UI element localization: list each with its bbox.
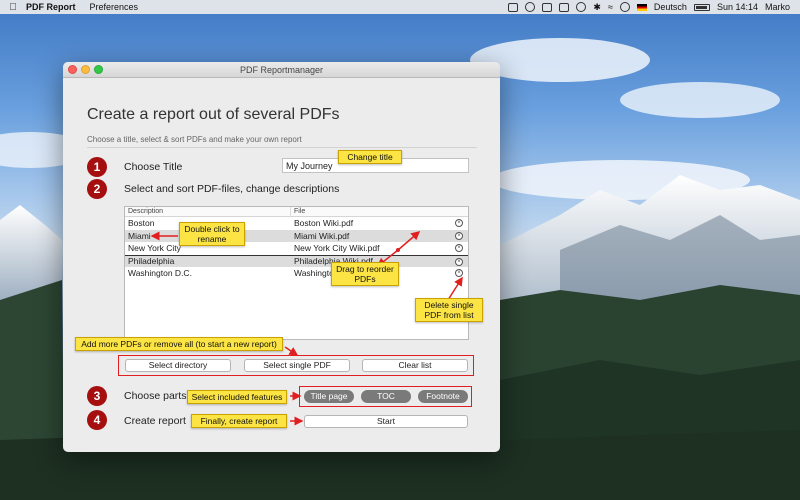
status-tray: ✱ ≈ Deutsch Sun 14:14 Marko bbox=[508, 2, 800, 13]
timemachine-icon[interactable] bbox=[619, 2, 630, 12]
footnote-toggle[interactable]: Footnote bbox=[418, 390, 468, 403]
delete-row-icon[interactable]: × bbox=[455, 219, 463, 227]
callout-change-title: Change title bbox=[338, 150, 402, 164]
flag-icon[interactable] bbox=[636, 3, 647, 11]
menu-preferences[interactable]: Preferences bbox=[90, 2, 139, 12]
table-row[interactable]: Miami Miami Wiki.pdf × bbox=[125, 229, 468, 242]
dropbox-icon[interactable] bbox=[508, 2, 519, 12]
app-menu[interactable]: PDF Report bbox=[26, 2, 76, 12]
table-header: Description File bbox=[125, 207, 468, 217]
minimize-window-button[interactable] bbox=[81, 65, 90, 74]
step-2-label: Select and sort PDF-files, change descri… bbox=[124, 183, 340, 195]
airplay-icon[interactable] bbox=[559, 2, 570, 12]
toc-toggle[interactable]: TOC bbox=[361, 390, 411, 403]
status-icon[interactable] bbox=[525, 2, 536, 12]
delete-row-icon[interactable]: × bbox=[455, 244, 463, 252]
callout-features: Select included features bbox=[187, 390, 287, 404]
battery-icon[interactable] bbox=[693, 3, 710, 11]
select-directory-button[interactable]: Select directory bbox=[125, 359, 231, 372]
row-file: New York City Wiki.pdf bbox=[294, 243, 380, 254]
page-title: Create a report out of several PDFs bbox=[87, 106, 340, 123]
step-1-badge: 1 bbox=[87, 157, 107, 177]
callout-delete: Delete single PDF from list bbox=[415, 298, 483, 322]
row-description[interactable]: Philadelphia bbox=[125, 256, 291, 266]
delete-row-icon[interactable]: × bbox=[455, 231, 463, 240]
column-file[interactable]: File bbox=[291, 207, 308, 216]
table-row[interactable]: Boston Boston Wiki.pdf × bbox=[125, 217, 468, 230]
step-4-badge: 4 bbox=[87, 410, 107, 430]
step-2-badge: 2 bbox=[87, 179, 107, 199]
step-3-badge: 3 bbox=[87, 386, 107, 406]
delete-row-icon[interactable]: × bbox=[455, 257, 463, 266]
table-row[interactable]: Washington D.C. Washington × bbox=[125, 267, 468, 280]
step-1-label: Choose Title bbox=[124, 161, 183, 173]
zoom-window-button[interactable] bbox=[94, 65, 103, 74]
page-subtitle: Choose a title, select & sort PDFs and m… bbox=[87, 135, 302, 144]
callout-double-click: Double click to rename bbox=[179, 222, 245, 246]
select-single-pdf-button[interactable]: Select single PDF bbox=[244, 359, 350, 372]
callout-create: Finally, create report bbox=[191, 414, 287, 428]
window-title: PDF Reportmanager bbox=[239, 64, 324, 75]
divider bbox=[87, 147, 477, 148]
language-label[interactable]: Deutsch bbox=[654, 2, 687, 12]
table-row[interactable]: New York City New York City Wiki.pdf × bbox=[125, 242, 468, 255]
wifi-icon[interactable]: ≈ bbox=[608, 2, 613, 12]
row-file: Boston Wiki.pdf bbox=[294, 218, 354, 229]
close-window-button[interactable] bbox=[68, 65, 77, 74]
bluetooth-icon[interactable]: ✱ bbox=[593, 2, 601, 13]
start-button[interactable]: Start bbox=[304, 415, 468, 428]
title-page-toggle[interactable]: Title page bbox=[304, 390, 354, 403]
callout-drag: Drag to reorder PDFs bbox=[331, 262, 399, 286]
sync-icon[interactable] bbox=[576, 2, 587, 12]
step-4-label: Create report bbox=[124, 415, 186, 427]
row-description[interactable]: Washington D.C. bbox=[125, 268, 291, 278]
clear-list-button[interactable]: Clear list bbox=[362, 359, 468, 372]
title-bar[interactable]: PDF Reportmanager bbox=[63, 62, 500, 78]
apple-menu-icon[interactable]:  bbox=[0, 2, 26, 13]
clock[interactable]: Sun 14:14 bbox=[717, 2, 758, 12]
menu-bar:  PDF Report Preferences ✱ ≈ Deutsch Sun… bbox=[0, 0, 800, 14]
callout-add-more: Add more PDFs or remove all (to start a … bbox=[75, 337, 283, 351]
column-description[interactable]: Description bbox=[125, 207, 291, 216]
delete-row-icon[interactable]: × bbox=[455, 269, 463, 277]
user-name[interactable]: Marko bbox=[765, 2, 790, 12]
clipboard-icon[interactable] bbox=[542, 2, 553, 12]
row-file: Miami Wiki.pdf bbox=[294, 230, 350, 241]
step-3-label: Choose parts bbox=[124, 390, 187, 402]
table-row[interactable]: Philadelphia Philadelphia Wiki.pdf × bbox=[125, 254, 468, 267]
